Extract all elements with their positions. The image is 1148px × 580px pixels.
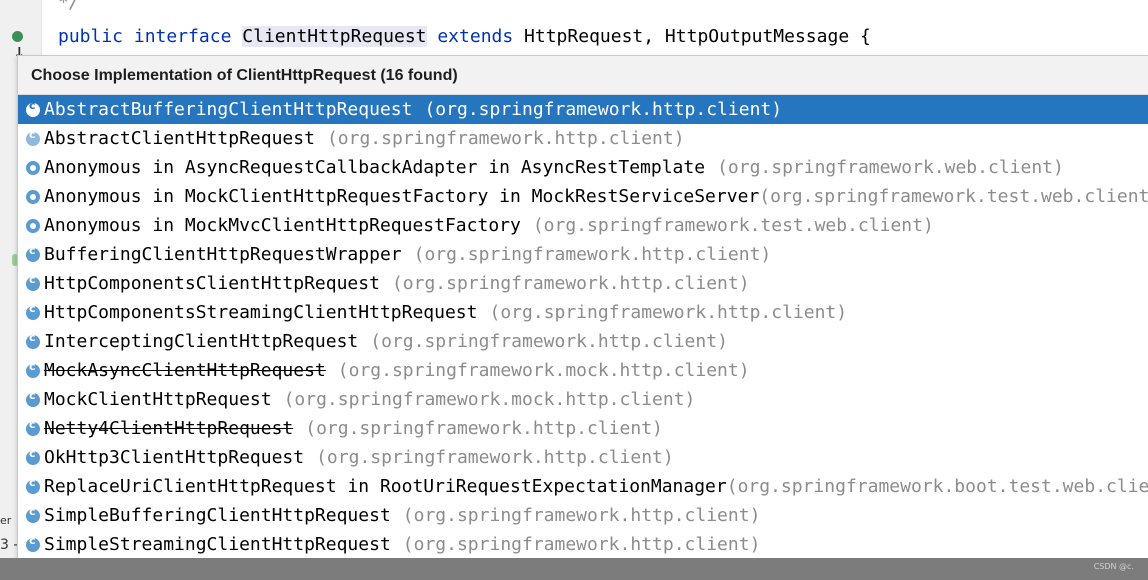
item-name: Anonymous in MockMvcClientHttpRequestFac… xyxy=(44,215,521,236)
left-panel-fragment-2: 3 - xyxy=(0,537,19,553)
list-item[interactable]: HttpComponentsClientHttpRequest (org.spri… xyxy=(18,269,1148,298)
list-item[interactable]: Anonymous in AsyncRequestCallbackAdapter… xyxy=(18,153,1148,182)
item-package: (org.springframework.http.client) xyxy=(326,128,685,149)
list-item[interactable]: MockClientHttpRequest (org.springframewor… xyxy=(18,385,1148,414)
anonymous-class-icon xyxy=(26,218,40,233)
list-item[interactable]: AbstractClientHttpRequest (org.springfram… xyxy=(18,124,1148,153)
list-item[interactable]: MockAsyncClientHttpRequest (org.springfra… xyxy=(18,356,1148,385)
list-item[interactable]: OkHttp3ClientHttpRequest (org.springframe… xyxy=(18,443,1148,472)
left-panel-fragment: er xyxy=(0,514,12,527)
interface-name: ClientHttpRequest xyxy=(242,26,427,47)
code-comment: */ xyxy=(58,0,80,13)
popup-title: Choose Implementation of ClientHttpReque… xyxy=(18,56,1148,95)
class-icon xyxy=(26,244,40,262)
class-icon xyxy=(26,476,40,494)
class-icon xyxy=(26,389,40,407)
item-name: InterceptingClientHttpRequest xyxy=(44,331,359,352)
list-item[interactable]: AbstractBufferingClientHttpRequest (org.s… xyxy=(18,95,1148,124)
item-name: SimpleBufferingClientHttpRequest xyxy=(44,505,391,526)
item-package: (org.springframework.mock.http.client) xyxy=(283,389,696,410)
item-package: (org.springframework.http.client) xyxy=(316,447,674,468)
item-package: (org.springframework.http.client) xyxy=(402,534,761,555)
implemented-gutter-icon[interactable]: ↓ xyxy=(12,28,34,62)
class-icon xyxy=(26,302,40,320)
item-name: HttpComponentsStreamingClientHttpRequest xyxy=(44,302,478,323)
item-package: (org.springframework.boot.test.web.clien… xyxy=(726,476,1148,497)
item-package: (org.springframework.http.client) xyxy=(370,331,728,352)
class-icon xyxy=(26,534,40,552)
anonymous-class-icon xyxy=(26,189,40,204)
item-package: (org.springframework.web.client) xyxy=(717,157,1064,178)
code-line-interface[interactable]: public interface ClientHttpRequest exten… xyxy=(58,25,871,49)
list-item[interactable]: Anonymous in MockClientHttpRequestFactor… xyxy=(18,182,1148,211)
list-item[interactable]: SimpleStreamingClientHttpRequest (org.spr… xyxy=(18,530,1148,558)
list-item[interactable]: BufferingClientHttpRequestWrapper (org.sp… xyxy=(18,240,1148,269)
item-name: ReplaceUriClientHttpRequest in RootUriRe… xyxy=(44,476,727,497)
keyword-interface: interface xyxy=(133,26,232,47)
anonymous-class-icon xyxy=(26,160,40,175)
item-name: Netty4ClientHttpRequest xyxy=(44,418,294,439)
extends-list: HttpRequest, HttpOutputMessage { xyxy=(524,26,871,47)
item-package: (org.springframework.http.client) xyxy=(413,244,772,265)
item-package: (org.springframework.http.client) xyxy=(391,273,750,294)
class-icon xyxy=(26,505,40,523)
item-name: MockClientHttpRequest xyxy=(44,389,272,410)
item-package: (org.springframework.mock.http.client) xyxy=(337,360,750,381)
item-package: (org.springframework.test.web.client) xyxy=(759,186,1148,207)
item-name: MockAsyncClientHttpRequest xyxy=(44,360,326,381)
item-name: SimpleStreamingClientHttpRequest xyxy=(44,534,391,555)
status-bar xyxy=(0,558,1148,580)
choose-implementation-popup: Choose Implementation of ClientHttpReque… xyxy=(17,55,1148,558)
item-name: Anonymous in MockClientHttpRequestFactor… xyxy=(44,186,760,207)
item-name: Anonymous in AsyncRequestCallbackAdapter… xyxy=(44,157,706,178)
class-icon xyxy=(26,418,40,436)
item-name: AbstractClientHttpRequest xyxy=(44,128,315,149)
abstract-class-icon xyxy=(26,99,40,117)
item-name: HttpComponentsClientHttpRequest xyxy=(44,273,380,294)
item-package: (org.springframework.http.client) xyxy=(305,418,663,439)
item-package: (org.springframework.http.client) xyxy=(424,99,783,120)
list-item[interactable]: Netty4ClientHttpRequest (org.springframew… xyxy=(18,414,1148,443)
class-icon xyxy=(26,360,40,378)
item-package: (org.springframework.test.web.client) xyxy=(532,215,934,236)
watermark: CSDN @c. xyxy=(1093,562,1134,571)
item-name: AbstractBufferingClientHttpRequest xyxy=(44,99,413,120)
item-name: OkHttp3ClientHttpRequest xyxy=(44,447,305,468)
item-name: BufferingClientHttpRequestWrapper xyxy=(44,244,402,265)
item-package: (org.springframework.http.client) xyxy=(402,505,761,526)
class-icon xyxy=(26,447,40,465)
list-item[interactable]: ReplaceUriClientHttpRequest in RootUriRe… xyxy=(18,472,1148,501)
keyword-public: public xyxy=(58,26,124,47)
implementation-list[interactable]: AbstractBufferingClientHttpRequest (org.s… xyxy=(18,95,1148,558)
class-icon xyxy=(26,331,40,349)
list-item[interactable]: InterceptingClientHttpRequest (org.spring… xyxy=(18,327,1148,356)
class-icon xyxy=(26,273,40,291)
abstract-class-icon xyxy=(26,128,40,146)
list-item[interactable]: HttpComponentsStreamingClientHttpRequest… xyxy=(18,298,1148,327)
item-package: (org.springframework.http.client) xyxy=(489,302,848,323)
list-item[interactable]: Anonymous in MockMvcClientHttpRequestFac… xyxy=(18,211,1148,240)
keyword-extends: extends xyxy=(437,26,514,47)
list-item[interactable]: SimpleBufferingClientHttpRequest (org.spr… xyxy=(18,501,1148,530)
